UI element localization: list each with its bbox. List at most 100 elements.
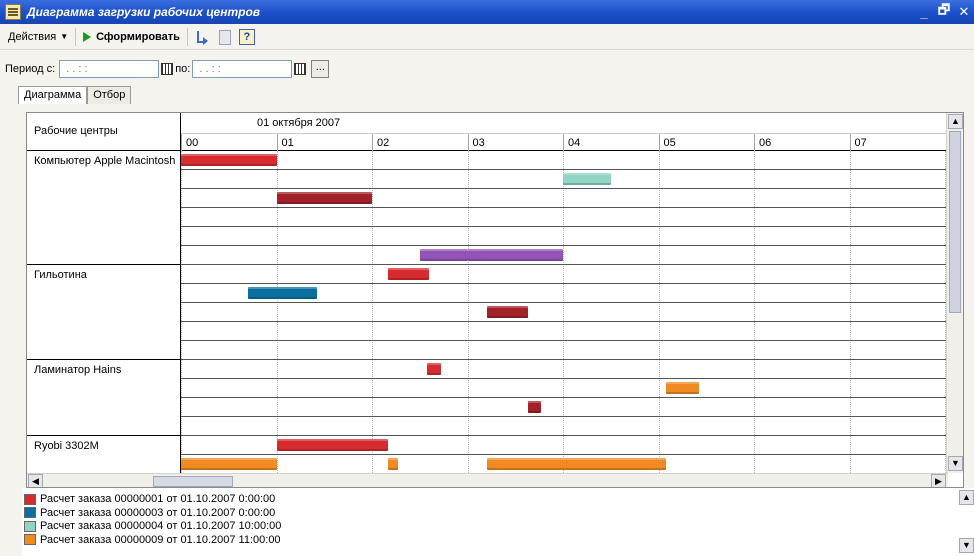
legend-scrollbar[interactable]: ▲ ▼ [958, 490, 974, 556]
grid-hline [181, 264, 947, 265]
gantt-bar[interactable] [181, 154, 277, 166]
legend-swatch [24, 534, 36, 545]
grid-vline [181, 151, 182, 473]
gantt-bar[interactable] [181, 458, 277, 470]
scroll-up-icon[interactable]: ▲ [948, 114, 963, 129]
period-filter: Период с: . . : : по: . . : : ... [0, 58, 974, 80]
generate-label: Сформировать [96, 30, 180, 43]
vertical-scrollbar[interactable]: ▲ ▼ [946, 113, 963, 473]
legend-label: Расчет заказа 00000001 от 01.10.2007 0:0… [40, 493, 276, 505]
restore-icon[interactable]: 🗗 [934, 1, 954, 23]
grid-hline [181, 397, 947, 398]
legend: ▲ ▼ Расчет заказа 00000001 от 01.10.2007… [22, 488, 974, 556]
work-center-label[interactable]: Ламинатор Hains [27, 360, 181, 436]
vertical-scroll-thumb[interactable] [949, 131, 961, 313]
legend-item: Расчет заказа 00000004 от 01.10.2007 10:… [24, 519, 281, 533]
grid-vline [658, 151, 660, 473]
grid-hline [181, 416, 947, 417]
grid-vline [563, 151, 564, 473]
tab-strip: Диаграмма Отбор [18, 86, 132, 104]
gantt-bar[interactable] [527, 401, 542, 413]
help-icon[interactable]: ? [238, 28, 255, 45]
period-from-label: Период с: [5, 63, 56, 75]
grid-hline [181, 359, 947, 360]
period-from-field[interactable]: . . : : [59, 60, 160, 78]
grid-hline [181, 169, 947, 170]
period-to-field[interactable]: . . : : [192, 60, 293, 78]
window-titlebar: Диаграмма загрузки рабочих центров _ 🗗 ✕ [0, 0, 974, 24]
legend-swatch [24, 520, 36, 532]
hour-label: 01 [276, 134, 373, 152]
gantt-bar[interactable] [276, 439, 389, 451]
gantt-bar[interactable] [666, 382, 699, 394]
toolbar: Действия ▼ Сформировать ? [0, 24, 974, 50]
toolbar-separator [75, 27, 77, 46]
legend-label: Расчет заказа 00000004 от 01.10.2007 10:… [40, 520, 282, 532]
grid-hline [181, 188, 947, 189]
gantt-grid [181, 151, 947, 473]
grid-hline [181, 283, 947, 284]
grid-hline [181, 245, 947, 246]
grid-vline [467, 151, 469, 473]
work-center-label[interactable]: Ryobi 3302M [27, 436, 181, 474]
scroll-left-icon[interactable]: ◀ [28, 474, 43, 487]
grid-vline [754, 151, 755, 473]
gantt-bar[interactable] [419, 249, 468, 261]
calendar-icon[interactable] [294, 63, 307, 75]
hour-label: 02 [372, 134, 468, 152]
hour-label: 04 [563, 134, 659, 152]
calendar-icon[interactable] [161, 63, 174, 75]
gantt-bar[interactable] [427, 363, 441, 375]
grid-hline [181, 435, 947, 436]
minimize-icon[interactable]: _ [914, 5, 934, 20]
gantt-bar[interactable] [247, 287, 317, 299]
tab-filter[interactable]: Отбор [87, 86, 132, 104]
horizontal-scrollbar[interactable]: ◀ ▶ [27, 473, 948, 487]
tab-diagram[interactable]: Диаграмма [18, 86, 88, 104]
work-centers-header: Рабочие центры [27, 113, 181, 151]
document-icon[interactable] [215, 28, 233, 46]
legend-item: Расчет заказа 00000003 от 01.10.2007 0:0… [24, 506, 275, 520]
gantt-bar[interactable] [388, 458, 398, 470]
hour-label: 07 [849, 134, 946, 152]
legend-swatch [24, 493, 36, 505]
gantt-bar[interactable] [388, 268, 430, 280]
close-icon[interactable]: ✕ [954, 4, 974, 20]
hour-label: 00 [181, 134, 277, 152]
generate-button[interactable]: Сформировать [79, 26, 184, 48]
legend-label: Расчет заказа 00000003 от 01.10.2007 0:0… [40, 506, 276, 519]
actions-menu-label: Действия [8, 30, 57, 43]
play-icon [83, 31, 92, 42]
grid-vline [372, 151, 373, 473]
actions-menu-button[interactable]: Действия ▼ [4, 26, 72, 48]
select-period-button[interactable]: ... [311, 60, 330, 78]
gantt-bar[interactable] [486, 458, 667, 470]
hour-label: 05 [658, 134, 755, 152]
gantt-bar[interactable] [486, 306, 528, 318]
grid-vline [849, 151, 851, 473]
toolbar-separator [186, 27, 188, 46]
grid-hline [181, 321, 947, 322]
legend-item: Расчет заказа 00000001 от 01.10.2007 0:0… [24, 492, 275, 506]
gantt-bar[interactable] [467, 249, 563, 261]
grid-hline [181, 207, 947, 208]
horizontal-scroll-thumb[interactable] [153, 476, 233, 487]
period-to-label: по: [175, 63, 191, 75]
gantt-chart: Рабочие центры 01 октября 2007 00 01 02 03 0… [26, 112, 964, 488]
scroll-down-icon[interactable]: ▼ [948, 456, 963, 471]
legend-label: Расчет заказа 00000009 от 01.10.2007 11:… [40, 533, 281, 546]
gantt-bar[interactable] [276, 192, 372, 204]
legend-item: Расчет заказа 00000009 от 01.10.2007 11:… [24, 533, 281, 547]
caret-down-icon: ▼ [60, 32, 69, 41]
grid-hline [181, 378, 947, 379]
work-center-label[interactable]: Компьютер Apple Macintosh [27, 151, 181, 265]
scroll-right-icon[interactable]: ▶ [931, 474, 946, 487]
scroll-down-icon[interactable]: ▼ [959, 538, 974, 553]
gantt-bar[interactable] [563, 173, 611, 185]
scroll-up-icon[interactable]: ▲ [959, 490, 974, 505]
legend-swatch [24, 507, 36, 518]
work-center-label[interactable]: Гильотина [27, 265, 181, 360]
expand-icon[interactable] [193, 28, 211, 46]
app-document-icon [5, 4, 21, 20]
grid-hline [181, 454, 947, 455]
